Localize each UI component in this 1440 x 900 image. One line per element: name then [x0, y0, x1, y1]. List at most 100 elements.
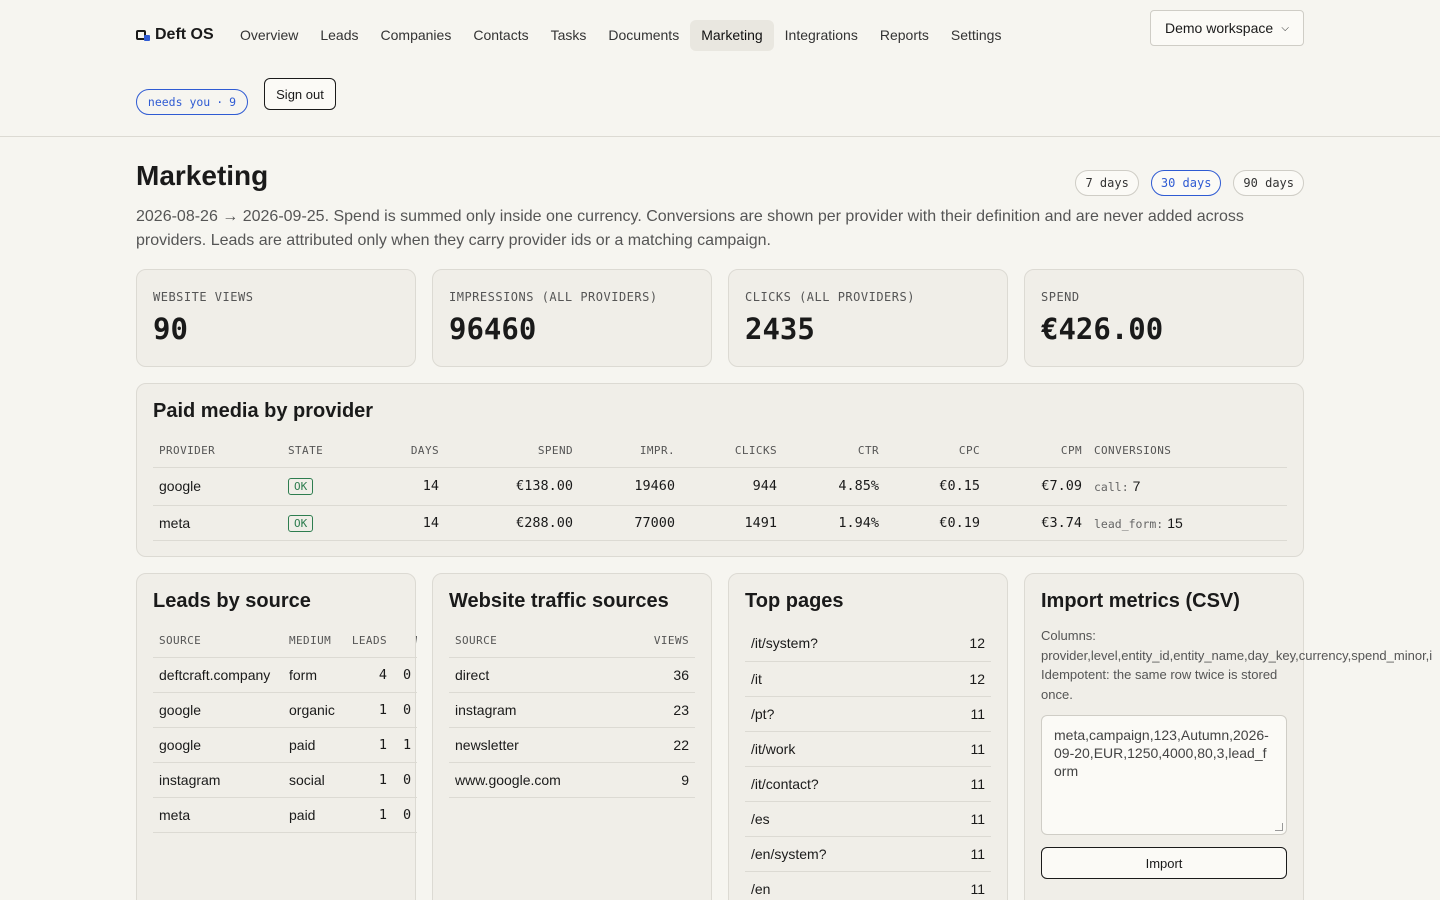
- table-row: www.google.com 9: [449, 762, 695, 798]
- main-nav: Overview Leads Companies Contacts Tasks …: [229, 20, 1012, 51]
- cell-leads: 1: [343, 762, 393, 798]
- top-pages-card: Top pages /it/system? 12 /it 12 /pt? 11 …: [728, 573, 1008, 900]
- table-row: newsletter 22: [449, 727, 695, 763]
- cell-source: instagram: [153, 762, 283, 798]
- date-range-selector: 7 days 30 days 90 days: [1075, 170, 1304, 196]
- cell-path: /it: [745, 661, 933, 697]
- stat-card-website-views: WEBSITE VIEWS 90: [136, 269, 416, 367]
- conversion-key: lead_form:: [1094, 516, 1164, 531]
- cell-path: /it/work: [745, 731, 933, 767]
- nav-reports[interactable]: Reports: [869, 20, 940, 51]
- col-views: VIEWS: [624, 625, 695, 658]
- nav-documents[interactable]: Documents: [597, 20, 690, 51]
- table-row: /it 12: [745, 661, 991, 697]
- nav-companies[interactable]: Companies: [370, 20, 463, 51]
- cell-path: /en: [745, 871, 933, 900]
- brand-logo[interactable]: Deft OS: [136, 26, 214, 44]
- table-row: /it/contact? 11: [745, 766, 991, 802]
- needs-you-separator: ·: [216, 95, 224, 109]
- stat-value: 2435: [745, 312, 815, 346]
- cell-views: 9: [624, 762, 695, 798]
- range-30-days[interactable]: 30 days: [1150, 170, 1222, 196]
- cell-source: direct: [449, 657, 625, 693]
- import-description: Columns: provider,level,entity_id,entity…: [1041, 626, 1440, 704]
- nav-integrations[interactable]: Integrations: [774, 20, 869, 51]
- top-pages-table: /it/system? 12 /it 12 /pt? 11 /it/work 1…: [745, 626, 991, 900]
- col-cpc: CPC: [885, 435, 986, 468]
- col-spend: SPEND: [445, 435, 579, 468]
- leads-table-scroll[interactable]: SOURCE MEDIUM LEADS WON deftcraft.compan…: [153, 625, 417, 885]
- top-header: Deft OS Overview Leads Companies Contact…: [0, 0, 1440, 137]
- table-row: /en 11: [745, 871, 991, 900]
- cell-medium: form: [283, 657, 343, 693]
- import-button[interactable]: Import: [1041, 847, 1287, 879]
- status-badge: OK: [288, 514, 314, 532]
- table-header-row: PROVIDER STATE DAYS SPEND IMPR. CLICKS C…: [153, 435, 1287, 468]
- cell-clicks: 944: [681, 467, 783, 506]
- cell-source: deftcraft.company: [153, 657, 283, 693]
- nav-marketing[interactable]: Marketing: [690, 20, 774, 51]
- sign-out-button[interactable]: Sign out: [264, 78, 336, 110]
- import-metrics-card: Import metrics (CSV) Columns: provider,l…: [1024, 573, 1432, 900]
- table-row: instagram social 1 0: [153, 762, 417, 798]
- cell-won: 0: [393, 762, 417, 798]
- card-title: Paid media by provider: [153, 400, 374, 422]
- col-won: WON: [393, 625, 417, 658]
- nav-contacts[interactable]: Contacts: [462, 20, 539, 51]
- nav-overview[interactable]: Overview: [229, 20, 309, 51]
- nav-leads[interactable]: Leads: [309, 20, 369, 51]
- workspace-select[interactable]: Demo workspace ⌵: [1150, 10, 1304, 46]
- cell-provider: google: [153, 467, 282, 506]
- conversion-key: call:: [1094, 480, 1129, 494]
- col-clicks: CLICKS: [681, 435, 783, 468]
- table-row: /es 11: [745, 801, 991, 837]
- cell-medium: paid: [283, 797, 343, 833]
- col-cpm: CPM: [986, 435, 1088, 468]
- needs-you-count: 9: [229, 95, 237, 109]
- cell-source: www.google.com: [449, 762, 625, 798]
- table-row: /it/work 11: [745, 731, 991, 767]
- stat-value: €426.00: [1041, 312, 1164, 346]
- needs-you-label: needs you: [147, 95, 211, 109]
- leads-by-source-table: SOURCE MEDIUM LEADS WON deftcraft.compan…: [153, 625, 417, 833]
- stat-label: WEBSITE VIEWS: [153, 290, 254, 304]
- table-row: deftcraft.company form 4 0: [153, 657, 417, 693]
- resize-handle-icon[interactable]: [1275, 823, 1283, 831]
- range-90-days[interactable]: 90 days: [1233, 170, 1304, 196]
- col-source: SOURCE: [449, 625, 625, 658]
- cell-path: /pt?: [745, 696, 933, 732]
- needs-you-badge[interactable]: needs you · 9: [136, 89, 248, 115]
- cell-cpm: €7.09: [986, 467, 1088, 506]
- cell-clicks: 1491: [681, 505, 783, 541]
- cell-cpc: €0.19: [885, 505, 986, 541]
- csv-textarea[interactable]: meta,campaign,123,Autumn,2026-09-20,EUR,…: [1041, 715, 1287, 835]
- stat-label: CLICKS (ALL PROVIDERS): [745, 290, 915, 304]
- columns-list: provider,level,entity_id,entity_name,day…: [1041, 647, 1433, 663]
- cell-source: meta: [153, 797, 283, 833]
- table-row: google paid 1 1: [153, 727, 417, 763]
- cell-views: 11: [932, 801, 991, 837]
- csv-textarea-value: meta,campaign,123,Autumn,2026-09-20,EUR,…: [1054, 727, 1269, 779]
- stat-card-impressions: IMPRESSIONS (ALL PROVIDERS) 96460: [432, 269, 712, 367]
- table-row: google OK 14 €138.00 19460 944 4.85% €0.…: [153, 467, 1287, 506]
- cell-leads: 1: [343, 692, 393, 728]
- cell-source: google: [153, 692, 283, 728]
- stat-value: 90: [153, 312, 188, 346]
- cell-source: instagram: [449, 692, 625, 728]
- nav-tasks[interactable]: Tasks: [540, 20, 598, 51]
- col-provider: PROVIDER: [153, 435, 282, 468]
- cell-path: /it/system?: [745, 626, 933, 662]
- cell-views: 11: [932, 836, 991, 872]
- table-row: /pt? 11: [745, 696, 991, 732]
- paid-media-table: PROVIDER STATE DAYS SPEND IMPR. CLICKS C…: [153, 435, 1287, 541]
- cell-won: 0: [393, 657, 417, 693]
- range-7-days[interactable]: 7 days: [1075, 170, 1139, 196]
- paid-media-card: Paid media by provider PROVIDER STATE DA…: [136, 383, 1304, 557]
- traffic-sources-card: Website traffic sources SOURCE VIEWS dir…: [432, 573, 712, 900]
- col-leads: LEADS: [343, 625, 393, 658]
- nav-settings[interactable]: Settings: [940, 20, 1013, 51]
- cell-cpc: €0.15: [885, 467, 986, 506]
- page-title: Marketing: [136, 160, 269, 191]
- brand-name: Deft OS: [155, 26, 214, 43]
- col-ctr: CTR: [783, 435, 885, 468]
